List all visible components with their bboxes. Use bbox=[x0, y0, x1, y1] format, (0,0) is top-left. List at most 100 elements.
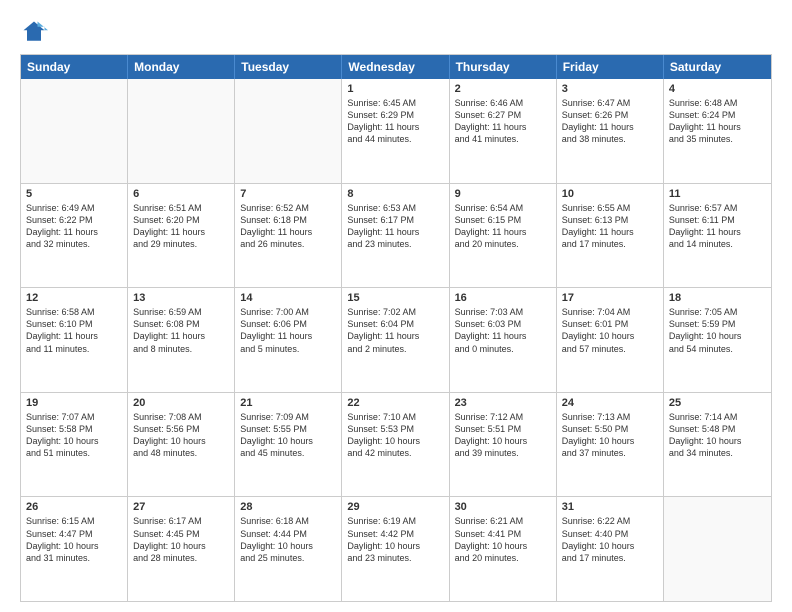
day-number: 16 bbox=[455, 292, 551, 304]
cell-info: Sunrise: 6:49 AM Sunset: 6:22 PM Dayligh… bbox=[26, 202, 122, 251]
cell-info: Sunrise: 6:51 AM Sunset: 6:20 PM Dayligh… bbox=[133, 202, 229, 251]
cal-cell: 21Sunrise: 7:09 AM Sunset: 5:55 PM Dayli… bbox=[235, 393, 342, 497]
day-number: 25 bbox=[669, 397, 766, 409]
day-number: 19 bbox=[26, 397, 122, 409]
day-number: 30 bbox=[455, 501, 551, 513]
cal-cell: 3 Sunrise: 6:47 AM Sunset: 6:26 PM Daylig… bbox=[557, 79, 664, 183]
cal-cell: 24Sunrise: 7:13 AM Sunset: 5:50 PM Dayli… bbox=[557, 393, 664, 497]
cal-cell: 9 Sunrise: 6:54 AM Sunset: 6:15 PM Daylig… bbox=[450, 184, 557, 288]
day-number: 24 bbox=[562, 397, 658, 409]
cal-cell: 31Sunrise: 6:22 AM Sunset: 4:40 PM Dayli… bbox=[557, 497, 664, 601]
cell-info: Sunrise: 7:00 AM Sunset: 6:06 PM Dayligh… bbox=[240, 306, 336, 355]
day-number: 14 bbox=[240, 292, 336, 304]
calendar: SundayMondayTuesdayWednesdayThursdayFrid… bbox=[20, 54, 772, 602]
day-number: 8 bbox=[347, 188, 443, 200]
cal-cell: 23 Sunrise: 7:12 AM Sunset: 5:51 PM Dayli… bbox=[450, 393, 557, 497]
cell-info: Sunrise: 6:18 AM Sunset: 4:44 PM Dayligh… bbox=[240, 515, 336, 564]
day-number: 23 bbox=[455, 397, 551, 409]
day-number: 21 bbox=[240, 397, 336, 409]
day-number: 11 bbox=[669, 188, 766, 200]
day-number: 2 bbox=[455, 83, 551, 95]
cal-header-sunday: Sunday bbox=[21, 55, 128, 79]
cal-header-wednesday: Wednesday bbox=[342, 55, 449, 79]
day-number: 26 bbox=[26, 501, 122, 513]
cal-cell: 7 Sunrise: 6:52 AM Sunset: 6:18 PM Daylig… bbox=[235, 184, 342, 288]
logo bbox=[20, 18, 52, 46]
day-number: 4 bbox=[669, 83, 766, 95]
cal-cell: 6 Sunrise: 6:51 AM Sunset: 6:20 PM Daylig… bbox=[128, 184, 235, 288]
cell-info: Sunrise: 6:22 AM Sunset: 4:40 PM Dayligh… bbox=[562, 515, 658, 564]
day-number: 17 bbox=[562, 292, 658, 304]
cell-info: Sunrise: 7:02 AM Sunset: 6:04 PM Dayligh… bbox=[347, 306, 443, 355]
cell-info: Sunrise: 6:15 AM Sunset: 4:47 PM Dayligh… bbox=[26, 515, 122, 564]
cell-info: Sunrise: 6:45 AM Sunset: 6:29 PM Dayligh… bbox=[347, 97, 443, 146]
cal-cell bbox=[21, 79, 128, 183]
day-number: 3 bbox=[562, 83, 658, 95]
cal-header-thursday: Thursday bbox=[450, 55, 557, 79]
page: SundayMondayTuesdayWednesdayThursdayFrid… bbox=[0, 0, 792, 612]
day-number: 27 bbox=[133, 501, 229, 513]
cal-header-friday: Friday bbox=[557, 55, 664, 79]
day-number: 18 bbox=[669, 292, 766, 304]
cal-cell: 1 Sunrise: 6:45 AM Sunset: 6:29 PM Daylig… bbox=[342, 79, 449, 183]
cal-cell: 12Sunrise: 6:58 AM Sunset: 6:10 PM Dayli… bbox=[21, 288, 128, 392]
cal-row-2: 12Sunrise: 6:58 AM Sunset: 6:10 PM Dayli… bbox=[21, 288, 771, 393]
cell-info: Sunrise: 6:17 AM Sunset: 4:45 PM Dayligh… bbox=[133, 515, 229, 564]
cal-cell: 22Sunrise: 7:10 AM Sunset: 5:53 PM Dayli… bbox=[342, 393, 449, 497]
cell-info: Sunrise: 7:07 AM Sunset: 5:58 PM Dayligh… bbox=[26, 411, 122, 460]
cell-info: Sunrise: 6:52 AM Sunset: 6:18 PM Dayligh… bbox=[240, 202, 336, 251]
cal-cell: 13Sunrise: 6:59 AM Sunset: 6:08 PM Dayli… bbox=[128, 288, 235, 392]
cell-info: Sunrise: 6:19 AM Sunset: 4:42 PM Dayligh… bbox=[347, 515, 443, 564]
cell-info: Sunrise: 6:57 AM Sunset: 6:11 PM Dayligh… bbox=[669, 202, 766, 251]
cell-info: Sunrise: 7:05 AM Sunset: 5:59 PM Dayligh… bbox=[669, 306, 766, 355]
cal-cell bbox=[128, 79, 235, 183]
day-number: 10 bbox=[562, 188, 658, 200]
cal-header-monday: Monday bbox=[128, 55, 235, 79]
cell-info: Sunrise: 6:59 AM Sunset: 6:08 PM Dayligh… bbox=[133, 306, 229, 355]
cal-cell bbox=[235, 79, 342, 183]
cal-cell: 2 Sunrise: 6:46 AM Sunset: 6:27 PM Daylig… bbox=[450, 79, 557, 183]
cal-cell: 15 Sunrise: 7:02 AM Sunset: 6:04 PM Dayli… bbox=[342, 288, 449, 392]
cal-cell: 19 Sunrise: 7:07 AM Sunset: 5:58 PM Dayli… bbox=[21, 393, 128, 497]
cal-cell: 20Sunrise: 7:08 AM Sunset: 5:56 PM Dayli… bbox=[128, 393, 235, 497]
cell-info: Sunrise: 7:12 AM Sunset: 5:51 PM Dayligh… bbox=[455, 411, 551, 460]
cal-cell: 25 Sunrise: 7:14 AM Sunset: 5:48 PM Dayli… bbox=[664, 393, 771, 497]
calendar-body: 1 Sunrise: 6:45 AM Sunset: 6:29 PM Daylig… bbox=[21, 79, 771, 601]
cell-info: Sunrise: 6:54 AM Sunset: 6:15 PM Dayligh… bbox=[455, 202, 551, 251]
cell-info: Sunrise: 6:48 AM Sunset: 6:24 PM Dayligh… bbox=[669, 97, 766, 146]
header bbox=[20, 18, 772, 46]
day-number: 7 bbox=[240, 188, 336, 200]
cal-header-tuesday: Tuesday bbox=[235, 55, 342, 79]
cell-info: Sunrise: 6:46 AM Sunset: 6:27 PM Dayligh… bbox=[455, 97, 551, 146]
cell-info: Sunrise: 7:10 AM Sunset: 5:53 PM Dayligh… bbox=[347, 411, 443, 460]
cell-info: Sunrise: 7:14 AM Sunset: 5:48 PM Dayligh… bbox=[669, 411, 766, 460]
cal-cell: 18 Sunrise: 7:05 AM Sunset: 5:59 PM Dayli… bbox=[664, 288, 771, 392]
day-number: 5 bbox=[26, 188, 122, 200]
cell-info: Sunrise: 6:53 AM Sunset: 6:17 PM Dayligh… bbox=[347, 202, 443, 251]
day-number: 15 bbox=[347, 292, 443, 304]
cell-info: Sunrise: 7:03 AM Sunset: 6:03 PM Dayligh… bbox=[455, 306, 551, 355]
day-number: 1 bbox=[347, 83, 443, 95]
day-number: 12 bbox=[26, 292, 122, 304]
cal-cell: 14 Sunrise: 7:00 AM Sunset: 6:06 PM Dayli… bbox=[235, 288, 342, 392]
day-number: 9 bbox=[455, 188, 551, 200]
cal-cell bbox=[664, 497, 771, 601]
cal-cell: 10 Sunrise: 6:55 AM Sunset: 6:13 PM Dayli… bbox=[557, 184, 664, 288]
cal-row-0: 1 Sunrise: 6:45 AM Sunset: 6:29 PM Daylig… bbox=[21, 79, 771, 184]
cell-info: Sunrise: 7:04 AM Sunset: 6:01 PM Dayligh… bbox=[562, 306, 658, 355]
cal-cell: 27 Sunrise: 6:17 AM Sunset: 4:45 PM Dayli… bbox=[128, 497, 235, 601]
cal-row-4: 26 Sunrise: 6:15 AM Sunset: 4:47 PM Dayli… bbox=[21, 497, 771, 601]
cal-cell: 4 Sunrise: 6:48 AM Sunset: 6:24 PM Daylig… bbox=[664, 79, 771, 183]
cal-header-saturday: Saturday bbox=[664, 55, 771, 79]
cal-cell: 17 Sunrise: 7:04 AM Sunset: 6:01 PM Dayli… bbox=[557, 288, 664, 392]
logo-icon bbox=[20, 18, 48, 46]
cell-info: Sunrise: 6:55 AM Sunset: 6:13 PM Dayligh… bbox=[562, 202, 658, 251]
day-number: 28 bbox=[240, 501, 336, 513]
cal-cell: 8 Sunrise: 6:53 AM Sunset: 6:17 PM Daylig… bbox=[342, 184, 449, 288]
day-number: 29 bbox=[347, 501, 443, 513]
day-number: 6 bbox=[133, 188, 229, 200]
cal-cell: 11 Sunrise: 6:57 AM Sunset: 6:11 PM Dayli… bbox=[664, 184, 771, 288]
cal-cell: 28 Sunrise: 6:18 AM Sunset: 4:44 PM Dayli… bbox=[235, 497, 342, 601]
cell-info: Sunrise: 6:47 AM Sunset: 6:26 PM Dayligh… bbox=[562, 97, 658, 146]
cal-row-3: 19 Sunrise: 7:07 AM Sunset: 5:58 PM Dayli… bbox=[21, 393, 771, 498]
